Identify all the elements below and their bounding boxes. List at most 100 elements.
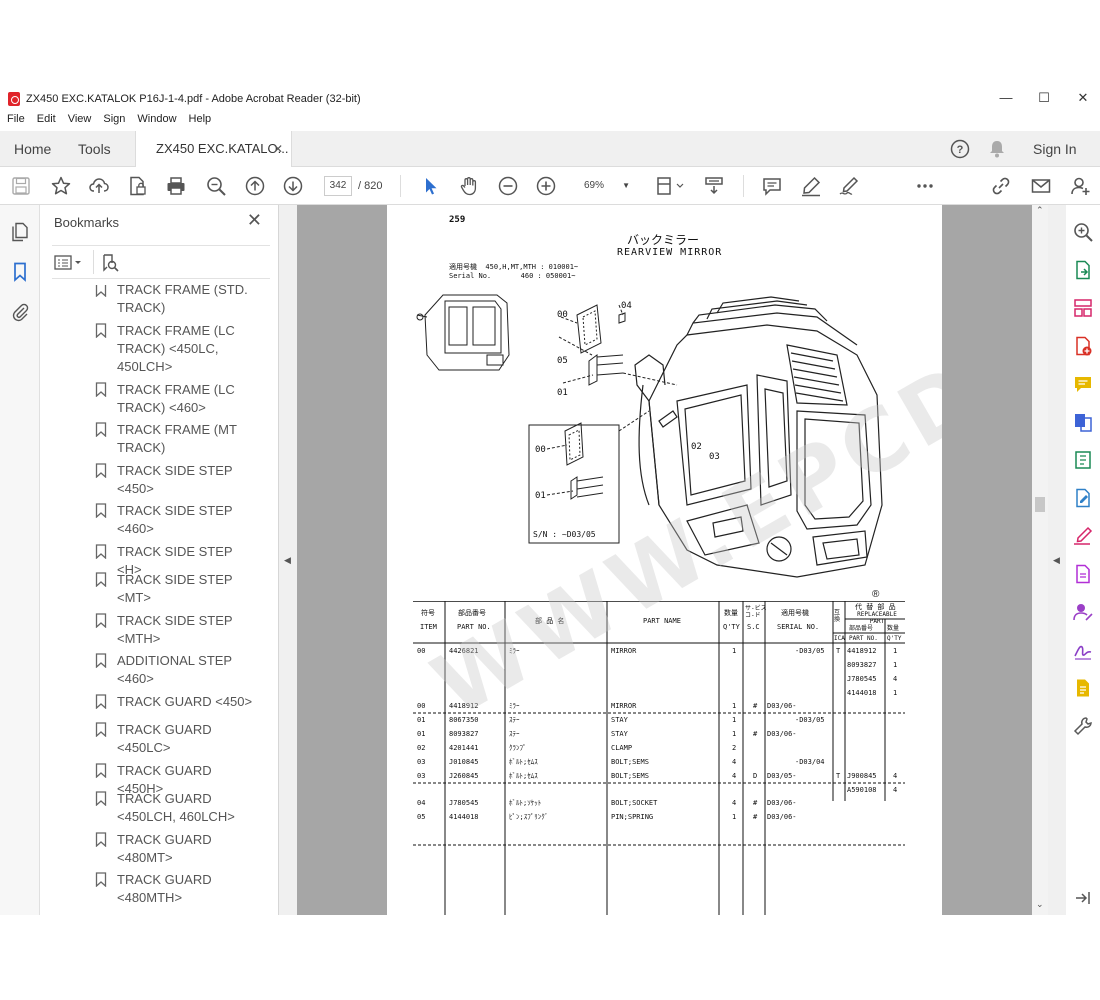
row-name: BOLT;SEMS: [611, 758, 649, 766]
add-account-icon[interactable]: [1069, 175, 1091, 197]
bookmark-item[interactable]: TRACK GUARD <450LCH, 460LCH>: [95, 790, 255, 826]
bookmark-item[interactable]: TRACK GUARD <450LC>: [95, 721, 255, 757]
hand-tool-icon[interactable]: [458, 175, 480, 197]
row-ica: T: [836, 647, 841, 655]
row-sc: D: [753, 772, 758, 780]
fill-sign-tool-icon[interactable]: [1072, 525, 1094, 547]
bookmark-star-icon[interactable]: [50, 175, 72, 197]
bookmark-item[interactable]: TRACK SIDE STEP <450>: [95, 462, 255, 498]
find-text-icon[interactable]: [205, 175, 227, 197]
combine-files-icon[interactable]: [1072, 411, 1094, 433]
file-protect-icon[interactable]: [126, 175, 148, 197]
page-fit-icon[interactable]: [655, 175, 687, 197]
maximize-button[interactable]: ☐: [1034, 90, 1054, 106]
bookmark-item[interactable]: TRACK FRAME (STD. TRACK): [95, 285, 255, 317]
close-tab-icon[interactable]: ✕: [273, 131, 283, 167]
menu-view[interactable]: View: [68, 113, 92, 131]
row-repl: 4418912: [847, 647, 877, 655]
row-repl: 4144018: [847, 689, 877, 697]
document-scrollbar[interactable]: ⌃ ⌄: [1032, 205, 1048, 915]
bookmark-item[interactable]: TRACK SIDE STEP <MT>: [95, 571, 255, 607]
close-panel-icon[interactable]: ✕: [247, 210, 262, 231]
request-signature-icon[interactable]: [1072, 639, 1094, 661]
tab-document[interactable]: ZX450 EXC.KATALO... ✕: [135, 131, 292, 168]
share-link-icon[interactable]: [990, 175, 1012, 197]
more-tools-icon[interactable]: [914, 175, 936, 197]
page-number-input[interactable]: 342: [324, 176, 352, 196]
scroll-mode-icon[interactable]: [703, 175, 725, 197]
zoom-tool-icon[interactable]: [1072, 221, 1094, 243]
document-viewer[interactable]: 259 バックミラー REARVIEW MIRROR 適用号機 450,H,MT…: [297, 205, 1032, 915]
highlight-pen-icon[interactable]: [800, 175, 822, 197]
minimize-button[interactable]: —: [996, 90, 1016, 105]
next-page-icon[interactable]: [282, 175, 304, 197]
page-thumbnails-icon[interactable]: [9, 221, 31, 243]
menu-file[interactable]: File: [7, 113, 25, 131]
row-serial: D03/06-: [767, 702, 797, 710]
zoom-level-dropdown[interactable]: 69% ▼: [576, 176, 636, 196]
protect-icon[interactable]: [1072, 563, 1094, 585]
save-icon[interactable]: [10, 175, 32, 197]
expand-left-icon[interactable]: ◀: [1053, 555, 1060, 566]
comment-icon[interactable]: [761, 175, 783, 197]
email-icon[interactable]: [1030, 175, 1052, 197]
tab-home[interactable]: Home: [14, 131, 51, 167]
bookmark-item[interactable]: TRACK GUARD <450>: [95, 693, 255, 711]
toolbar-divider: [743, 175, 744, 197]
right-tools-rail: [1066, 205, 1100, 915]
row-part: 4201441: [449, 744, 479, 752]
bookmark-item[interactable]: TRACK FRAME (MT TRACK): [95, 421, 255, 457]
help-icon[interactable]: ?: [950, 139, 970, 164]
scroll-up-icon[interactable]: ⌃: [1036, 205, 1044, 216]
zoom-out-icon[interactable]: [497, 175, 519, 197]
export-pdf-icon[interactable]: [1072, 259, 1094, 281]
zoom-in-icon[interactable]: [535, 175, 557, 197]
bookmark-item[interactable]: TRACK FRAME (LC TRACK) <450LC, 450LCH>: [95, 322, 255, 376]
comment-tool-icon[interactable]: [1072, 373, 1094, 395]
previous-page-icon[interactable]: [244, 175, 266, 197]
send-for-signature-icon[interactable]: [1072, 601, 1094, 623]
more-tools-wrench-icon[interactable]: [1072, 715, 1094, 737]
bookmark-item[interactable]: TRACK GUARD <480MTH>: [95, 871, 255, 907]
bookmark-item[interactable]: ADDITIONAL STEP <460>: [95, 652, 255, 688]
header-repl-partno-en: PART NO.: [849, 635, 878, 642]
bookmark-options-icon[interactable]: [54, 254, 84, 277]
header-replaceable-jp: 代 替 部 品: [855, 603, 896, 611]
bookmark-item[interactable]: TRACK SIDE STEP <460>: [95, 502, 255, 538]
bookmark-item[interactable]: TRACK SIDE STEP <MTH>: [95, 612, 255, 648]
menu-help[interactable]: Help: [189, 113, 212, 131]
bookmark-item[interactable]: TRACK GUARD <480MT>: [95, 831, 255, 867]
fill-sign-icon[interactable]: [838, 175, 860, 197]
collapse-right-pane-icon[interactable]: [1072, 887, 1094, 909]
menu-window[interactable]: Window: [137, 113, 176, 131]
collapse-left-icon[interactable]: ◀: [284, 555, 291, 566]
row-part: J260845: [449, 772, 479, 780]
sign-in-button[interactable]: Sign In: [1033, 131, 1077, 167]
collapse-panel-strip[interactable]: ◀: [279, 205, 297, 915]
expand-tools-strip[interactable]: ◀: [1048, 205, 1066, 915]
print-icon[interactable]: [165, 175, 187, 197]
edit-pdf-icon[interactable]: [1072, 487, 1094, 509]
header-sc-en: S.C: [747, 623, 760, 631]
find-bookmark-icon[interactable]: [100, 253, 120, 278]
row-qty: 1: [732, 730, 737, 738]
bookmark-item[interactable]: TRACK FRAME (LC TRACK) <460>: [95, 381, 255, 417]
notification-bell-icon[interactable]: [988, 139, 1006, 164]
menu-sign[interactable]: Sign: [103, 113, 125, 131]
select-cursor-icon[interactable]: [420, 175, 442, 197]
scan-ocr-icon[interactable]: [1072, 677, 1094, 699]
close-window-button[interactable]: ✕: [1073, 90, 1093, 106]
row-sc: #: [753, 799, 758, 807]
scrollbar-thumb[interactable]: [1035, 497, 1045, 512]
scroll-down-icon[interactable]: ⌄: [1036, 899, 1044, 910]
menu-edit[interactable]: Edit: [37, 113, 56, 131]
upload-cloud-icon[interactable]: [88, 175, 110, 197]
compress-pdf-icon[interactable]: [1072, 449, 1094, 471]
organize-pages-icon[interactable]: [1072, 297, 1094, 319]
bookmarks-panel-icon[interactable]: [9, 261, 31, 283]
attachments-icon[interactable]: [9, 301, 31, 323]
tab-tools[interactable]: Tools: [78, 131, 111, 167]
header-item-en: ITEM: [420, 623, 437, 631]
callout: 03: [709, 452, 720, 462]
create-pdf-icon[interactable]: [1072, 335, 1094, 357]
